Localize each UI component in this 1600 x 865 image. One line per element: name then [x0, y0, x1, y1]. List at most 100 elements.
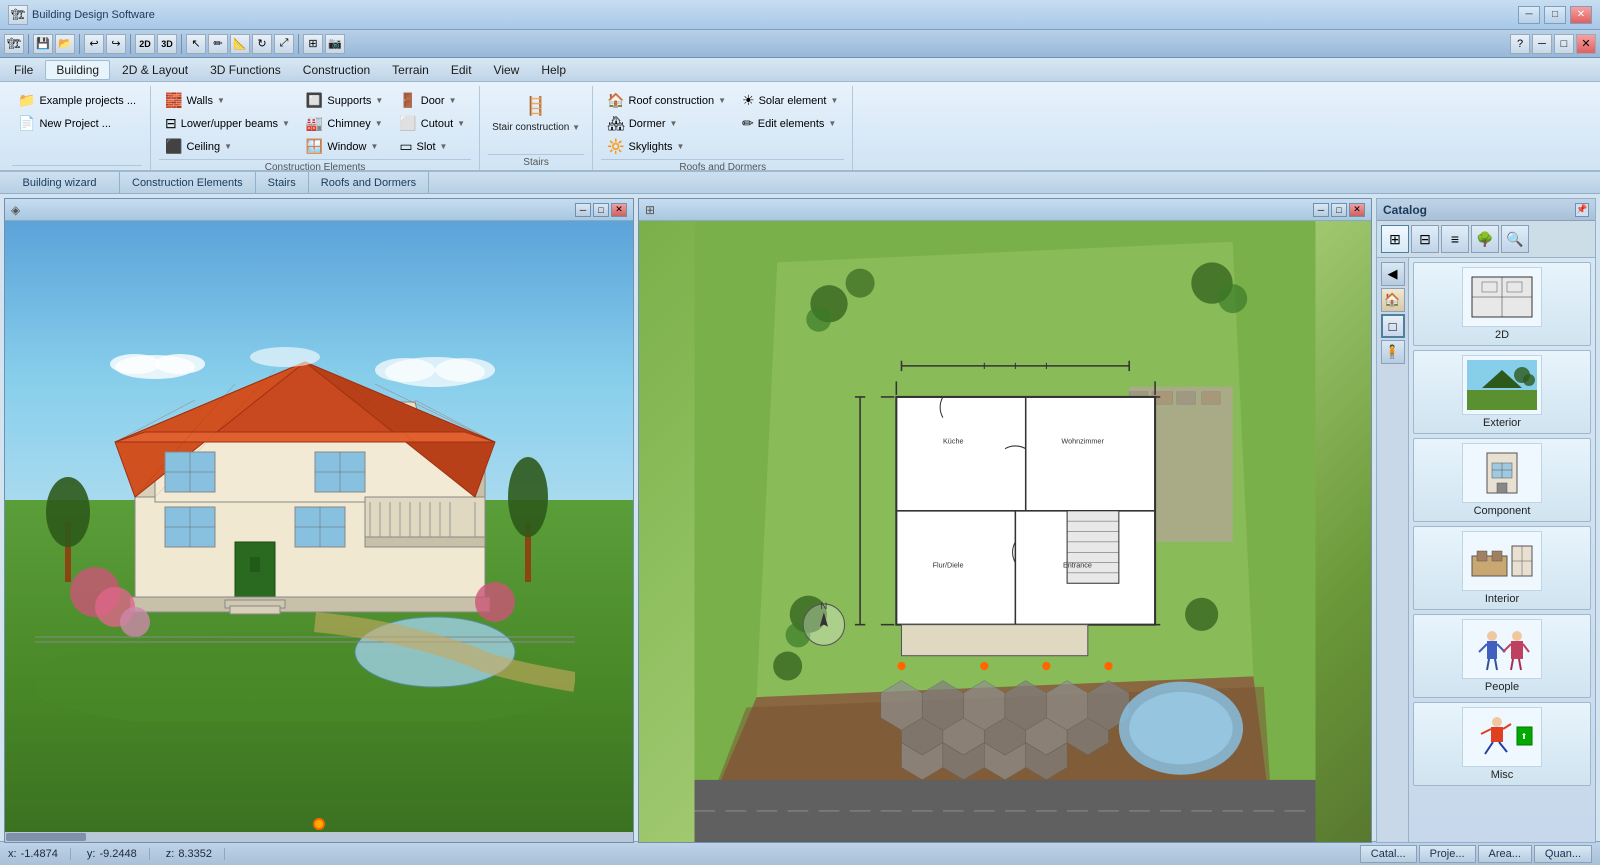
window-button[interactable]: 🪟 Window ▼ — [300, 136, 389, 157]
scale-tool-button[interactable]: ⤢ — [274, 34, 294, 54]
catalog-item-exterior[interactable]: Exterior — [1413, 350, 1591, 434]
stairs-section[interactable]: Stairs — [256, 172, 309, 193]
catalog-header: Catalog 📌 — [1377, 199, 1595, 221]
menu-file[interactable]: File — [4, 61, 43, 79]
slot-dropdown-arrow: ▼ — [440, 142, 448, 151]
dormer-button[interactable]: 🏘 Dormer ▼ — [601, 113, 732, 134]
catalog-item-2d[interactable]: 2D — [1413, 262, 1591, 346]
walls-button[interactable]: 🧱 Walls ▼ — [159, 90, 296, 111]
window-dropdown-arrow: ▼ — [370, 142, 378, 151]
help-button[interactable]: ? — [1510, 34, 1530, 54]
view-3d-icon: ◈ — [11, 203, 20, 217]
close-app-button[interactable]: ✕ — [1576, 34, 1596, 54]
draw-tool-button[interactable]: ✏ — [208, 34, 228, 54]
solar-element-button[interactable]: ☀ Solar element ▼ — [736, 90, 844, 111]
view-3d-close[interactable]: ✕ — [611, 203, 627, 217]
catalog-item-component-image — [1462, 443, 1542, 503]
view-2d-restore[interactable]: □ — [1331, 203, 1347, 217]
roof-dropdown-arrow: ▼ — [718, 96, 726, 105]
new-project-icon: 📄 — [18, 115, 35, 132]
rotate-tool-button[interactable]: ↻ — [252, 34, 272, 54]
catalog-header-buttons: 📌 — [1575, 203, 1589, 217]
view-2d-close[interactable]: ✕ — [1349, 203, 1365, 217]
redo-button[interactable]: ↪ — [106, 34, 126, 54]
catalog-active-floor-button[interactable]: □ — [1381, 314, 1405, 338]
construction-elements-section[interactable]: Construction Elements — [120, 172, 256, 193]
status-tab-quantity[interactable]: Quan... — [1534, 845, 1592, 863]
example-projects-button[interactable]: 📁 Example projects ... — [12, 90, 142, 111]
edit-elements-icon: ✏ — [742, 115, 754, 132]
menu-construction[interactable]: Construction — [293, 61, 380, 79]
save-button[interactable]: 💾 — [33, 34, 53, 54]
view-2d-icon: ⊞ — [645, 203, 655, 217]
menu-terrain[interactable]: Terrain — [382, 61, 439, 79]
minimize-button[interactable]: ─ — [1518, 6, 1540, 24]
catalog-back-button[interactable]: ◀ — [1381, 262, 1405, 286]
status-tab-area[interactable]: Area... — [1478, 845, 1532, 863]
app-menu-button[interactable]: 🏗 — [4, 34, 24, 54]
menu-view[interactable]: View — [484, 61, 530, 79]
zoom-extents-button[interactable]: ⊞ — [303, 34, 323, 54]
menu-2d-layout[interactable]: 2D & Layout — [112, 61, 198, 79]
menu-3d-functions[interactable]: 3D Functions — [200, 61, 291, 79]
catalog-item-interior[interactable]: Interior — [1413, 526, 1591, 610]
catalog-search-button[interactable]: 🔍 — [1501, 225, 1529, 253]
status-tab-catalog[interactable]: Catal... — [1360, 845, 1417, 863]
menu-edit[interactable]: Edit — [441, 61, 482, 79]
catalog-item-misc-image: ⬆ — [1462, 707, 1542, 767]
solar-dropdown-arrow: ▼ — [830, 96, 838, 105]
view-3d-minimize[interactable]: ─ — [575, 203, 591, 217]
roofs-dormers-section[interactable]: Roofs and Dormers — [309, 172, 429, 193]
catalog-items-button[interactable]: ⊟ — [1411, 225, 1439, 253]
cutout-button[interactable]: ⬜ Cutout ▼ — [393, 113, 471, 134]
roof-construction-button[interactable]: 🏠 Roof construction ▼ — [601, 90, 732, 111]
camera-button[interactable]: 📷 — [325, 34, 345, 54]
select-tool-button[interactable]: ↖ — [186, 34, 206, 54]
close-button[interactable]: ✕ — [1570, 6, 1592, 24]
scene-3d[interactable] — [5, 221, 633, 842]
menu-building[interactable]: Building — [45, 60, 110, 80]
status-z: z: 8.3352 — [166, 848, 225, 860]
catalog-person-button[interactable]: 🧍 — [1381, 340, 1405, 364]
view-3d-restore[interactable]: □ — [593, 203, 609, 217]
ceiling-button[interactable]: ⬛ Ceiling ▼ — [159, 136, 296, 157]
2d-mode-button[interactable]: 2D — [135, 34, 155, 54]
new-project-button[interactable]: 📄 New Project ... — [12, 113, 142, 134]
catalog-item-2d-image — [1462, 267, 1542, 327]
3d-mode-button[interactable]: 3D — [157, 34, 177, 54]
skylights-button[interactable]: 🔆 Skylights ▼ — [601, 136, 732, 157]
measure-tool-button[interactable]: 📐 — [230, 34, 250, 54]
building-wizard-section[interactable]: Building wizard — [0, 172, 120, 193]
restore-ribbon-button[interactable]: □ — [1554, 34, 1574, 54]
view-3d-scrollbar-h[interactable] — [5, 832, 633, 842]
slot-button[interactable]: ▭ Slot ▼ — [393, 136, 471, 157]
roofs-group-label: Roofs and Dormers — [601, 159, 844, 175]
plan-2d-content[interactable]: Küche Wohnzimmer Flur/Diele Entrance N — [639, 221, 1371, 842]
main-area: ◈ ─ □ ✕ — [0, 194, 1600, 841]
catalog-floors-button[interactable]: 🏠 — [1381, 288, 1405, 312]
edit-elements-button[interactable]: ✏ Edit elements ▼ — [736, 113, 844, 134]
supports-button[interactable]: 🔲 Supports ▼ — [300, 90, 389, 111]
open-button[interactable]: 📂 — [55, 34, 75, 54]
view-2d-minimize[interactable]: ─ — [1313, 203, 1329, 217]
catalog-view-button[interactable]: ⊞ — [1381, 225, 1409, 253]
catalog-pin-button[interactable]: 📌 — [1575, 203, 1589, 217]
chimney-dropdown-arrow: ▼ — [375, 119, 383, 128]
status-tab-project[interactable]: Proje... — [1419, 845, 1476, 863]
stair-dropdown-arrow: ▼ — [572, 123, 580, 132]
door-button[interactable]: 🚪 Door ▼ — [393, 90, 471, 111]
catalog-list-button[interactable]: ≡ — [1441, 225, 1469, 253]
restore-button[interactable]: □ — [1544, 6, 1566, 24]
undo-button[interactable]: ↩ — [84, 34, 104, 54]
catalog-item-people[interactable]: People — [1413, 614, 1591, 698]
stair-construction-button[interactable]: 🪜 Stair construction ▼ — [488, 90, 584, 135]
chimney-button[interactable]: 🏭 Chimney ▼ — [300, 113, 389, 134]
catalog-item-component-label: Component — [1474, 505, 1531, 517]
menu-help[interactable]: Help — [531, 61, 576, 79]
lower-upper-beams-button[interactable]: ⊟ Lower/upper beams ▼ — [159, 113, 296, 134]
catalog-item-misc[interactable]: ⬆ Misc — [1413, 702, 1591, 786]
catalog-tree-button[interactable]: 🌳 — [1471, 225, 1499, 253]
minimize-ribbon-button[interactable]: ─ — [1532, 34, 1552, 54]
catalog-item-component[interactable]: Component — [1413, 438, 1591, 522]
catalog-item-people-label: People — [1485, 681, 1519, 693]
